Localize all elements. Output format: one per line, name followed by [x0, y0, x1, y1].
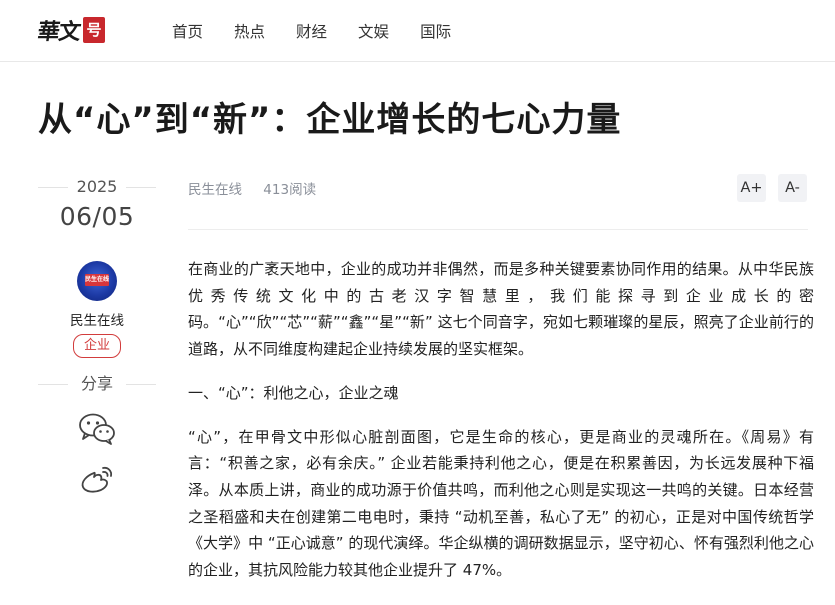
- main-nav: 首页 热点 财经 文娱 国际: [172, 0, 482, 62]
- nav-item-finance[interactable]: 财经: [296, 20, 327, 42]
- share-label: 分享: [80, 374, 113, 393]
- article-title: 从“心”到“新”：企业增长的七心力量: [38, 100, 622, 140]
- site-header: 華文 号 首页 热点 财经 文娱 国际: [0, 0, 835, 62]
- avatar-badge: 民生在线: [85, 274, 109, 286]
- article-body: 在商业的广袤天地中，企业的成功并非偶然，而是多种关键要素协同作用的结果。从中华民…: [188, 256, 814, 601]
- year-row: 2025: [38, 172, 156, 202]
- divider-line: [38, 384, 68, 385]
- site-logo[interactable]: 華文 号: [35, 12, 106, 48]
- divider-line: [126, 187, 156, 188]
- author-name[interactable]: 民生在线: [38, 309, 156, 329]
- article-source[interactable]: 民生在线: [188, 182, 242, 198]
- font-decrease-button[interactable]: A-: [778, 174, 807, 202]
- nav-item-international[interactable]: 国际: [420, 20, 451, 42]
- divider-line: [126, 384, 156, 385]
- wechat-icon[interactable]: [77, 410, 117, 446]
- publish-year: 2025: [76, 177, 118, 196]
- weibo-icon[interactable]: [77, 460, 117, 496]
- article-paragraph: “心”，在甲骨文中形似心脏剖面图，它是生命的核心，更是商业的灵魂所在。《周易》有…: [188, 427, 814, 580]
- divider-line: [38, 187, 68, 188]
- author-avatar[interactable]: 民生在线: [77, 261, 117, 301]
- article-meta: 民生在线 413阅读: [188, 178, 316, 198]
- nav-item-hot[interactable]: 热点: [234, 20, 265, 42]
- view-count: 413阅读: [263, 182, 317, 198]
- nav-item-home[interactable]: 首页: [172, 20, 203, 42]
- author-tag[interactable]: 企业: [72, 334, 121, 358]
- meta-divider: [188, 229, 808, 230]
- logo-text: 華文: [35, 19, 82, 45]
- section-heading: 一、“心”：利他之心，企业之魂: [188, 383, 399, 402]
- font-increase-button[interactable]: A+: [737, 174, 766, 202]
- article-sidebar: 2025 06/05 民生在线 民生在线 企业 分享: [38, 172, 156, 496]
- nav-item-entertainment[interactable]: 文娱: [358, 20, 389, 42]
- share-row: 分享: [38, 372, 156, 396]
- logo-seal: 号: [83, 17, 106, 43]
- publish-date: 06/05: [59, 202, 135, 231]
- article-paragraph: 在商业的广袤天地中，企业的成功并非偶然，而是多种关键要素协同作用的结果。从中华民…: [188, 260, 814, 359]
